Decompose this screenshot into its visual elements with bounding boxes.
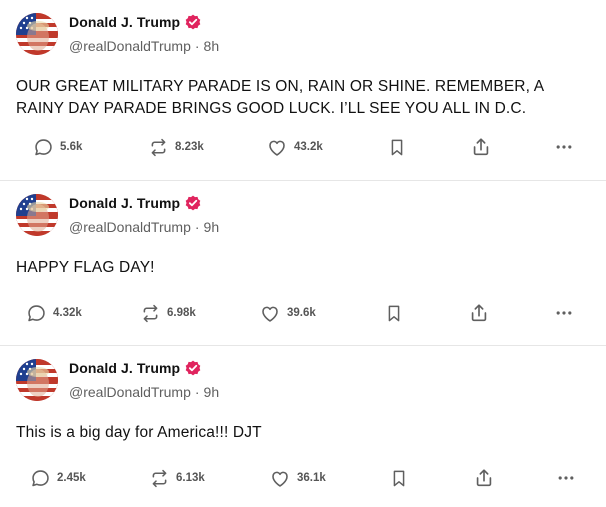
reply-icon bbox=[28, 304, 45, 321]
share-button[interactable] bbox=[470, 135, 492, 159]
like-button[interactable]: 43.2k bbox=[266, 135, 323, 159]
like-button[interactable]: 36.1k bbox=[269, 466, 326, 490]
share-icon bbox=[473, 138, 489, 156]
author-handle[interactable]: @realDonaldTrump bbox=[69, 219, 191, 235]
repost-icon bbox=[151, 138, 166, 156]
more-icon bbox=[556, 311, 572, 315]
author-avatar[interactable] bbox=[16, 359, 58, 401]
repost-icon bbox=[152, 469, 167, 487]
post-meta: @realDonaldTrump · 9h bbox=[69, 219, 219, 235]
author-name-row: Donald J. Trump bbox=[69, 195, 201, 211]
author-name[interactable]: Donald J. Trump bbox=[69, 14, 180, 30]
post-text: OUR GREAT MILITARY PARADE IS ON, RAIN OR… bbox=[16, 78, 544, 117]
repost-icon bbox=[143, 304, 158, 322]
flag-portrait-avatar-icon bbox=[16, 194, 58, 236]
like-button[interactable]: 39.6k bbox=[259, 301, 316, 325]
action-bar: 5.6k 8.23k 43.2k bbox=[0, 135, 606, 159]
reply-button[interactable]: 2.45k bbox=[30, 466, 86, 490]
author-name[interactable]: Donald J. Trump bbox=[69, 360, 180, 376]
more-options-button[interactable] bbox=[554, 135, 574, 159]
action-bar: 4.32k 6.98k 39.6k bbox=[0, 301, 606, 325]
post[interactable]: Donald J. Trump @realDonaldTrump · 8h OU… bbox=[0, 0, 606, 180]
post-timestamp[interactable]: 9h bbox=[204, 219, 220, 235]
post-text: This is a big day for America!!! DJT bbox=[16, 424, 262, 441]
author-name-row: Donald J. Trump bbox=[69, 360, 201, 376]
action-bar: 2.45k 6.13k 36.1k bbox=[0, 466, 606, 490]
author-name[interactable]: Donald J. Trump bbox=[69, 195, 180, 211]
post[interactable]: Donald J. Trump @realDonaldTrump · 9h HA… bbox=[0, 181, 606, 345]
reply-count: 4.32k bbox=[53, 307, 82, 319]
repost-count: 6.13k bbox=[176, 472, 205, 484]
like-count: 43.2k bbox=[294, 141, 323, 153]
post-meta: @realDonaldTrump · 9h bbox=[69, 384, 219, 400]
bookmark-icon bbox=[391, 139, 403, 155]
verified-badge-icon bbox=[185, 14, 201, 30]
author-handle[interactable]: @realDonaldTrump bbox=[69, 38, 191, 54]
post[interactable]: Donald J. Trump @realDonaldTrump · 9h Th… bbox=[0, 346, 606, 507]
share-button[interactable] bbox=[473, 466, 495, 490]
post-feed: Donald J. Trump @realDonaldTrump · 8h OU… bbox=[0, 0, 606, 507]
repost-count: 8.23k bbox=[175, 141, 204, 153]
repost-button[interactable]: 8.23k bbox=[148, 135, 204, 159]
reply-count: 2.45k bbox=[57, 472, 86, 484]
verified-badge-icon bbox=[185, 360, 201, 376]
like-count: 39.6k bbox=[287, 307, 316, 319]
reply-icon bbox=[32, 469, 49, 486]
post-timestamp[interactable]: 8h bbox=[204, 38, 220, 54]
bookmark-button[interactable] bbox=[389, 466, 409, 490]
more-options-button[interactable] bbox=[556, 466, 576, 490]
like-icon bbox=[262, 306, 278, 322]
meta-separator: · bbox=[194, 38, 200, 54]
repost-button[interactable]: 6.13k bbox=[149, 466, 205, 490]
repost-button[interactable]: 6.98k bbox=[140, 301, 196, 325]
flag-portrait-avatar-icon bbox=[16, 13, 58, 55]
bookmark-icon bbox=[388, 305, 400, 321]
meta-separator: · bbox=[194, 384, 200, 400]
more-icon bbox=[558, 476, 574, 480]
post-text: HAPPY FLAG DAY! bbox=[16, 259, 155, 276]
like-icon bbox=[269, 140, 285, 156]
author-name-row: Donald J. Trump bbox=[69, 14, 201, 30]
share-icon bbox=[471, 304, 487, 322]
meta-separator: · bbox=[194, 219, 200, 235]
reply-icon bbox=[35, 138, 52, 155]
reply-count: 5.6k bbox=[60, 141, 83, 153]
more-icon bbox=[556, 145, 572, 149]
author-avatar[interactable] bbox=[16, 194, 58, 236]
reply-button[interactable]: 5.6k bbox=[33, 135, 82, 159]
author-avatar[interactable] bbox=[16, 13, 58, 55]
share-icon bbox=[476, 469, 492, 487]
author-handle[interactable]: @realDonaldTrump bbox=[69, 384, 191, 400]
post-meta: @realDonaldTrump · 8h bbox=[69, 38, 219, 54]
share-button[interactable] bbox=[468, 301, 490, 325]
flag-portrait-avatar-icon bbox=[16, 359, 58, 401]
bookmark-button[interactable] bbox=[384, 301, 404, 325]
more-options-button[interactable] bbox=[554, 301, 574, 325]
bookmark-icon bbox=[393, 470, 405, 486]
verified-badge-icon bbox=[185, 195, 201, 211]
like-icon bbox=[272, 471, 288, 487]
reply-button[interactable]: 4.32k bbox=[26, 301, 82, 325]
like-count: 36.1k bbox=[297, 472, 326, 484]
post-timestamp[interactable]: 9h bbox=[204, 384, 220, 400]
repost-count: 6.98k bbox=[167, 307, 196, 319]
bookmark-button[interactable] bbox=[387, 135, 407, 159]
